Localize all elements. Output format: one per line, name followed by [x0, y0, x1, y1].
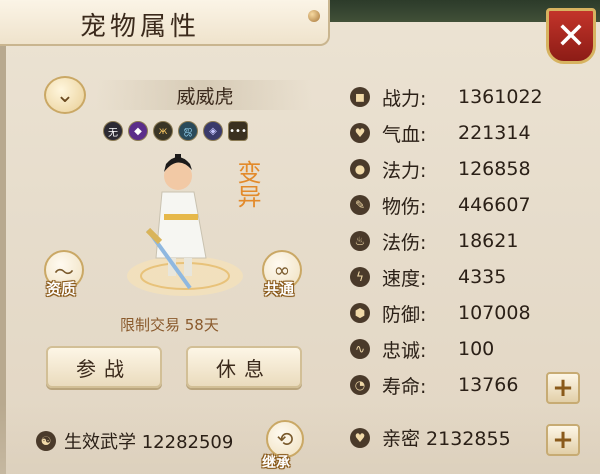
pet-name: 威威虎 [176, 86, 234, 108]
add-lifespan-button[interactable]: + [546, 372, 580, 404]
skill-icon[interactable]: ஜ [178, 121, 198, 141]
skill-icon[interactable]: ◈ [203, 121, 223, 141]
rest-button[interactable]: 休息 [186, 346, 302, 388]
mana-icon: ● [350, 159, 370, 179]
stat-label: 气血: [382, 123, 427, 146]
power-icon: ◼ [350, 87, 370, 107]
stat-row-mana: ● 法力: 126858 [350, 152, 590, 186]
plus-icon: + [552, 425, 574, 455]
page-title: 宠物属性 [80, 12, 201, 42]
pet-list-toggle-button[interactable]: ⌄ [44, 76, 86, 114]
stat-label: 战力: [382, 87, 427, 110]
intimacy-label: 亲密 2132855 [382, 428, 511, 450]
stat-row-loyalty: ∿ 忠诚: 100 [350, 332, 590, 366]
intimacy-row: ♥ 亲密 2132855 [350, 424, 511, 451]
stat-label: 物伤: [382, 195, 427, 218]
add-intimacy-button[interactable]: + [546, 424, 580, 456]
stat-label: 防御: [382, 303, 427, 326]
battle-button[interactable]: 参战 [46, 346, 162, 388]
stat-value: 18621 [458, 230, 519, 252]
stat-label: 速度: [382, 267, 427, 290]
common-label: 共通 [264, 280, 295, 298]
plus-icon: + [552, 373, 574, 403]
skill-icon[interactable]: ж [153, 121, 173, 141]
defense-icon: ⬢ [350, 303, 370, 323]
martial-row: ☯ 生效武学 12282509 [36, 428, 233, 454]
physical-damage-icon: ✎ [350, 195, 370, 215]
pet-character-image [127, 154, 243, 296]
inherit-label: 继承 [262, 455, 290, 471]
trade-limit-text: 限制交易 58天 [120, 316, 219, 334]
stat-label: 法伤: [382, 231, 427, 254]
decor-stud-icon [308, 10, 320, 22]
transform-badge: 变异 [233, 160, 261, 208]
more-skills-icon[interactable]: ••• [228, 121, 248, 141]
chevron-down-icon: ⌄ [55, 82, 75, 108]
hp-icon: ♥ [350, 123, 370, 143]
stat-value: 221314 [458, 122, 531, 144]
lifespan-icon: ◔ [350, 375, 370, 395]
stat-value: 13766 [458, 374, 519, 396]
martial-label: 生效武学 12282509 [64, 432, 234, 453]
loyalty-icon: ∿ [350, 339, 370, 359]
stat-value: 446607 [458, 194, 531, 216]
skill-icon-row: 无 ◆ ж ஜ ◈ ••• [103, 121, 248, 141]
stat-value: 1361022 [458, 86, 543, 108]
magic-damage-icon: ♨ [350, 231, 370, 251]
stat-label: 法力: [382, 159, 427, 182]
stat-row-speed: ϟ 速度: 4335 [350, 260, 590, 294]
stat-value: 4335 [458, 266, 507, 288]
intimacy-icon: ♥ [350, 427, 370, 448]
stat-row-power: ◼ 战力: 1361022 [350, 80, 590, 114]
aptitude-label: 资质 [46, 280, 77, 298]
speed-icon: ϟ [350, 267, 370, 287]
stat-row-defense: ⬢ 防御: 107008 [350, 296, 590, 330]
stat-row-physical-damage: ✎ 物伤: 446607 [350, 188, 590, 222]
stat-row-magic-damage: ♨ 法伤: 18621 [350, 224, 590, 258]
skill-icon[interactable]: ◆ [128, 121, 148, 141]
close-button[interactable]: ✕ [546, 8, 596, 64]
stat-label: 寿命: [382, 375, 427, 398]
stat-label: 忠诚: [382, 339, 427, 362]
stat-value: 107008 [458, 302, 531, 324]
title-tab: 宠物属性 [0, 0, 330, 46]
refresh-icon: ⟲ [276, 427, 294, 451]
stat-value: 126858 [458, 158, 531, 180]
stat-value: 100 [458, 338, 495, 360]
close-icon: ✕ [555, 15, 587, 57]
skill-icon[interactable]: 无 [103, 121, 123, 141]
stat-row-hp: ♥ 气血: 221314 [350, 116, 590, 150]
martial-icon: ☯ [36, 431, 56, 451]
